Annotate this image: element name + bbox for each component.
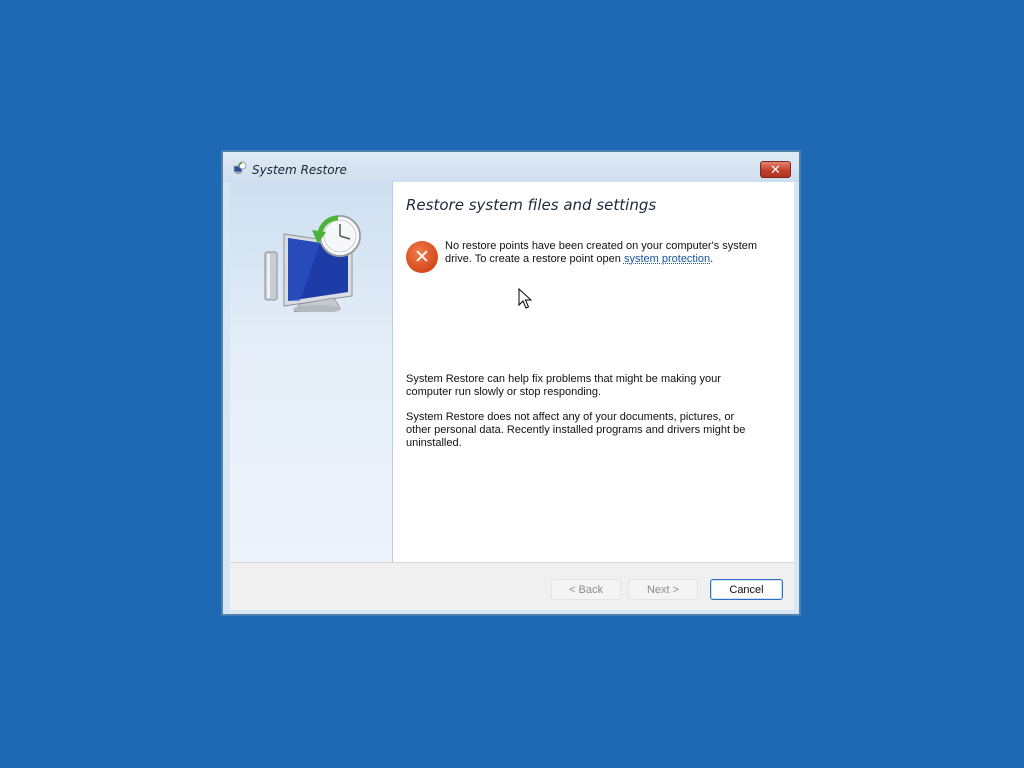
error-icon: ✕ [406, 241, 438, 273]
window-title: System Restore [252, 163, 347, 177]
page-heading: Restore system files and settings [406, 196, 657, 214]
error-text-end: . [710, 253, 714, 265]
system-restore-illustration [264, 215, 361, 312]
system-restore-icon [233, 161, 247, 174]
system-restore-window: System Restore ✕ Restore system files an… [222, 151, 800, 615]
info-paragraph-1: System Restore can help fix problems tha… [406, 373, 721, 398]
close-button[interactable]: ✕ [760, 161, 791, 178]
error-message: No restore points have been created on y… [445, 240, 765, 266]
wizard-footer: < Back Next > Cancel [230, 562, 794, 610]
system-protection-link[interactable]: system protection [624, 253, 710, 265]
wizard-body: Restore system files and settings ✕ No r… [230, 182, 794, 610]
back-button[interactable]: < Back [551, 579, 621, 600]
content-area: Restore system files and settings ✕ No r… [406, 182, 786, 562]
x-mark-icon: ✕ [414, 246, 430, 268]
mouse-pointer-icon [518, 288, 532, 309]
cancel-button[interactable]: Cancel [710, 579, 783, 600]
side-panel [230, 182, 393, 562]
title-bar[interactable]: System Restore ✕ [223, 152, 799, 182]
info-paragraph-2: System Restore does not affect any of yo… [406, 411, 746, 449]
close-icon: ✕ [770, 162, 781, 177]
next-button[interactable]: Next > [628, 579, 698, 600]
